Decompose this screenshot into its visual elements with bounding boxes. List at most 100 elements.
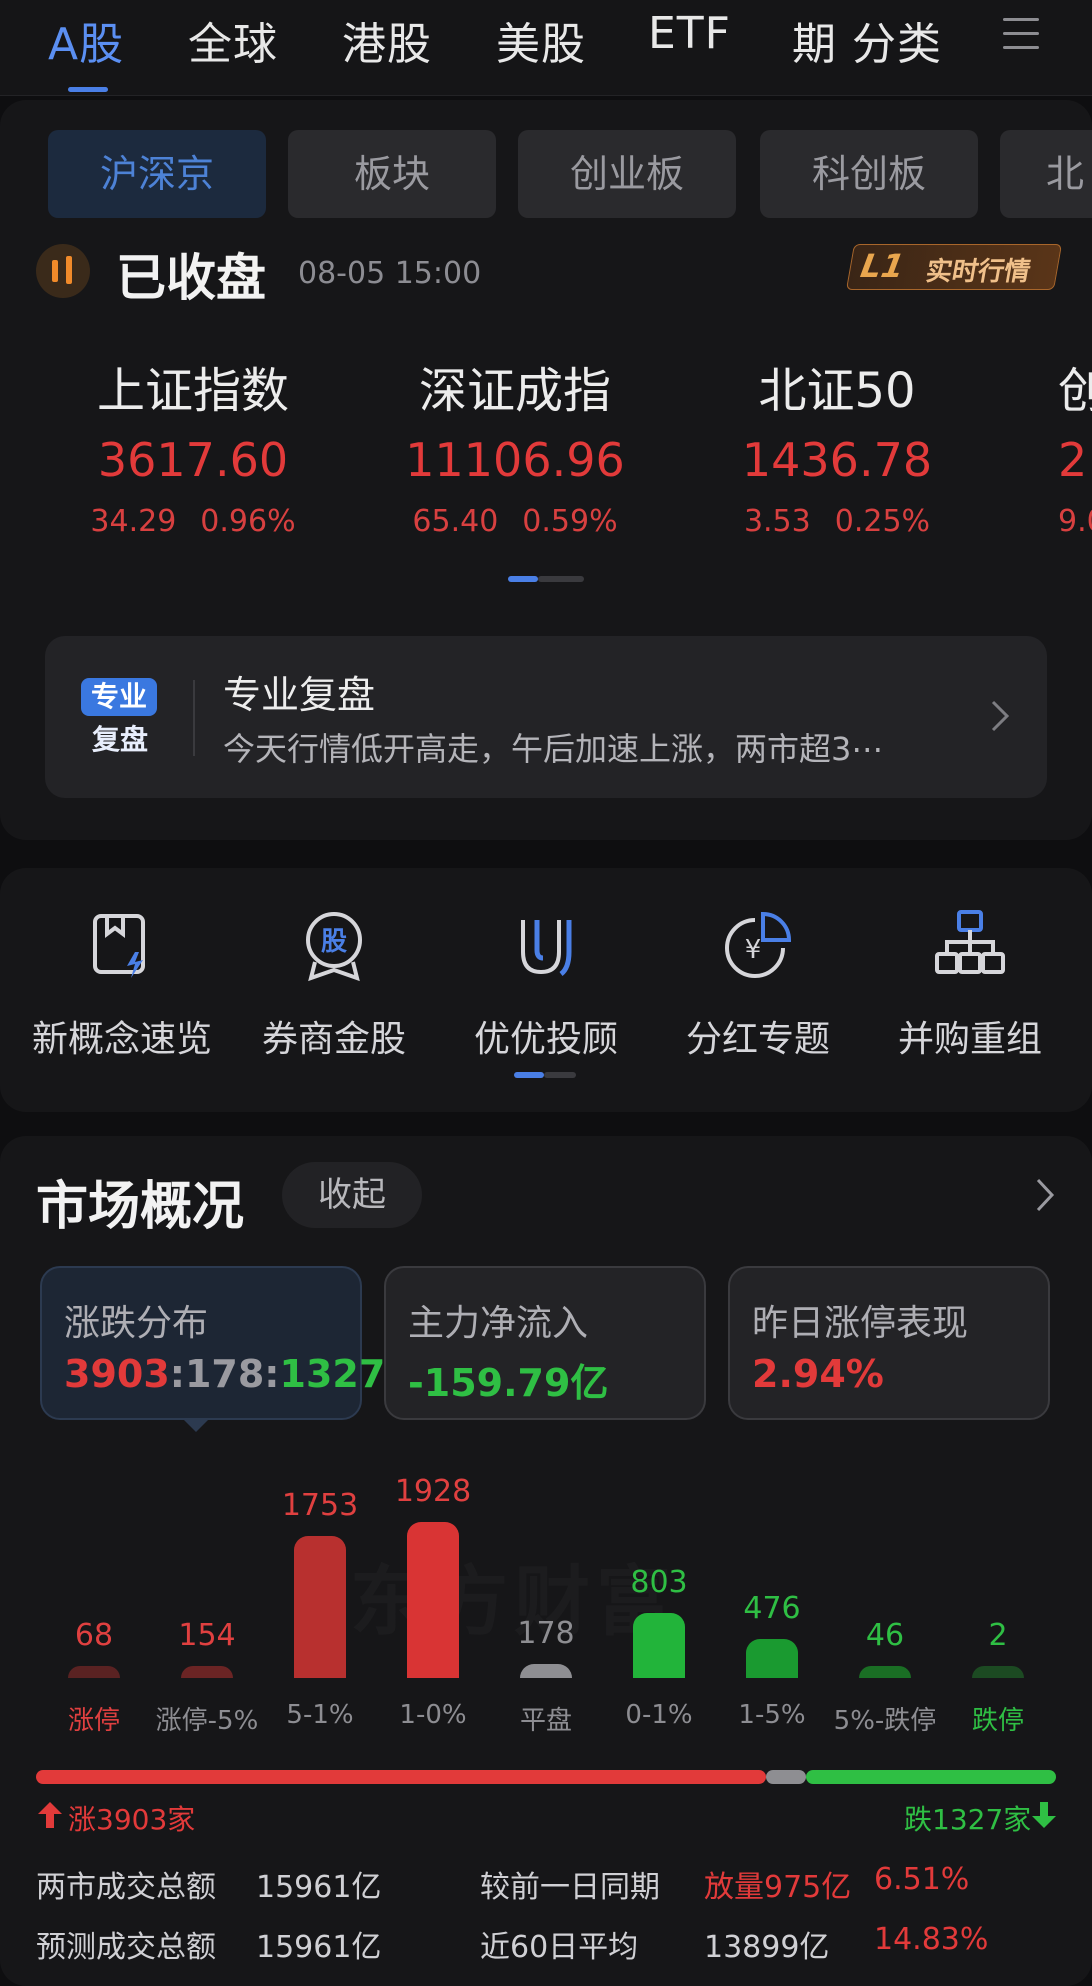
stat-label: 涨跌分布 [64,1303,209,1344]
subtab-star[interactable]: 科创板 [760,130,978,218]
index-name: 创 [1058,363,1092,419]
shortcut-broker-picks[interactable]: 股 券商金股 [234,908,434,1062]
bar [746,1639,798,1678]
pro-review-logo: 专业 复盘 [81,678,157,758]
bar-category-label: 涨停 [67,1706,120,1736]
pro-review-card[interactable]: 专业 复盘 专业复盘 今天行情低开高走，午后加速上涨，两市超3⋯ [45,636,1047,798]
index-value: 2 [1058,433,1088,487]
chevron-right-icon[interactable] [1034,1176,1056,1214]
bar [181,1666,233,1678]
stat-main-net-inflow[interactable]: 主力净流入 -159.79亿 [384,1266,706,1420]
row-value: 13899亿 [704,1930,830,1965]
index-name: 深证成指 [418,363,611,419]
tab-us-stocks[interactable]: 美股 [496,8,586,72]
bar-category-label: 1-0% [399,1700,467,1730]
index-change: 9.0 [1058,504,1092,539]
tab-futures[interactable]: 期 [792,8,837,72]
stat-limit-up-performance[interactable]: 昨日涨停表现 2.94% [728,1266,1050,1420]
index-change: 65.40 [412,504,499,539]
menu-icon[interactable] [1003,18,1039,52]
realtime-label: 实时行情 [923,257,1033,287]
tab-etf[interactable]: ETF [648,8,731,59]
tab-a-shares[interactable]: A股 [48,8,124,72]
bar-category-label: 涨停-5% [155,1706,259,1736]
bar [859,1666,911,1678]
stat-advance-decline[interactable]: 涨跌分布 3903:178:1327 [40,1266,385,1420]
shortcut-dividend-topic[interactable]: ¥ 分红专题 [658,908,858,1062]
shortcut-mna[interactable]: 并购重组 [870,908,1070,1062]
shortcut-youyou-advisor[interactable]: 优优投顾 [446,908,646,1062]
up-count: 3903 [64,1352,170,1396]
row-value: 放量975亿 [704,1870,852,1905]
index-sh-composite[interactable]: 上证指数 3617.60 34.29 0.96% [48,360,338,539]
index-percent: 0.96% [200,504,296,539]
index-change: 3.53 [743,504,811,539]
bar [407,1522,459,1678]
collapse-button[interactable]: 收起 [282,1162,422,1228]
tab-category[interactable]: 分类 [852,8,942,72]
review-title: 专业复盘 [223,673,376,717]
section-title: 市场概况 [36,1177,245,1237]
bar-value-label: 2 [988,1618,1008,1653]
shortcut-label: 券商金股 [261,1019,406,1060]
stat-value: 2.94% [752,1352,884,1396]
review-summary: 今天行情低开高走，午后加速上涨，两市超3⋯ [223,730,884,768]
index-bse50[interactable]: 北证50 1436.78 3.53 0.25% [692,360,982,539]
candlestick-icon [36,244,90,298]
subtab-bse[interactable]: 北 [1000,130,1092,218]
pager-track [538,576,584,582]
stat-value: -159.79亿 [408,1361,609,1405]
index-value: 3617.60 [97,433,289,487]
gold-stock-medal-icon: 股 [306,912,362,982]
bar-value-label: 803 [630,1565,688,1600]
shortcut-label: 优优投顾 [473,1019,618,1060]
shortcut-label: 新概念速览 [31,1019,212,1060]
row-label: 预测成交总额 [36,1930,216,1965]
subtab-chinext[interactable]: 创业板 [518,130,736,218]
org-chart-icon [935,910,1005,974]
bar-value-label: 154 [178,1618,236,1653]
shortcut-label: 并购重组 [897,1019,1042,1060]
bar [633,1613,685,1678]
index-percent: 0.59% [522,504,618,539]
shortcut-pager-active [514,1072,544,1078]
bar-value-label: 178 [517,1616,575,1651]
subtab-hs-bj[interactable]: 沪深京 [48,130,266,218]
bar-value-label: 68 [74,1618,114,1653]
tab-hk-stocks[interactable]: 港股 [342,8,432,72]
flat-count: 178 [184,1352,265,1396]
realtime-badge[interactable]: L1 实时行情 [845,244,1063,290]
index-value: 1436.78 [741,433,933,487]
bar-category-label: 0-1% [625,1700,693,1730]
subtab-sector[interactable]: 板块 [288,130,496,218]
bar-category-label: 跌停 [971,1706,1024,1736]
bar [294,1536,346,1678]
svg-text:¥: ¥ [745,935,762,965]
down-count: 1327 [279,1352,386,1396]
index-name: 上证指数 [96,363,289,419]
bar [972,1666,1024,1678]
index-chinext-partial[interactable]: 创 2 9.0 [1058,360,1092,539]
arrow-down-icon [1032,1802,1056,1828]
shortcut-new-concepts[interactable]: 新概念速览 [22,908,222,1062]
youyou-advisor-icon [521,920,572,976]
chevron-right-icon [991,700,1010,732]
index-name: 北证50 [758,363,916,419]
index-sz-component[interactable]: 深证成指 11106.96 65.40 0.59% [370,360,660,539]
row-label: 较前一日同期 [480,1870,660,1905]
shortcut-label: 分红专题 [685,1019,830,1060]
ratio-bar-flat [766,1770,806,1784]
bar [520,1664,572,1678]
bar-category-label: 1-5% [738,1700,806,1730]
stat-label: 主力净流入 [408,1303,589,1344]
tab-global[interactable]: 全球 [188,8,278,72]
stat-value: 3903:178:1327 [64,1352,386,1396]
index-change: 34.29 [90,504,177,539]
bar-category-label: 5%-跌停 [833,1706,937,1736]
ratio-bar-down [806,1770,1056,1784]
l1-label: L1 [857,247,908,285]
row-value: 15961亿 [256,1930,382,1965]
dividend-pie-icon: ¥ [725,911,792,978]
active-tab-indicator [68,87,108,92]
pager-active [508,576,538,582]
